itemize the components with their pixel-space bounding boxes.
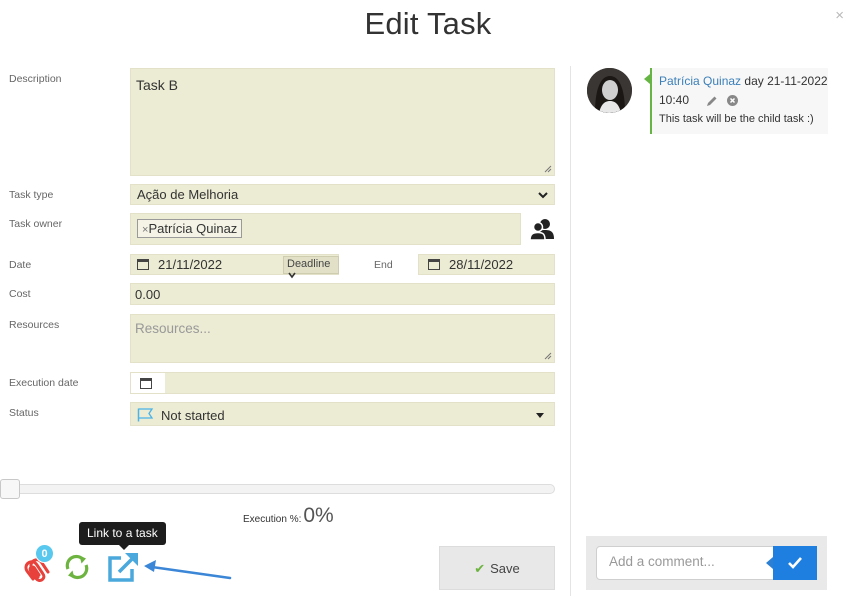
resources-placeholder: Resources...: [135, 321, 211, 336]
comment-input-placeholder: Add a comment...: [609, 554, 715, 569]
execution-date-label: Execution date: [9, 377, 79, 389]
status-value: Not started: [161, 408, 225, 423]
task-owner-field[interactable]: ×Patrícia Quinaz: [130, 213, 521, 245]
resize-grip-icon[interactable]: [544, 352, 552, 360]
end-date-field[interactable]: 28/11/2022: [418, 254, 555, 275]
description-textarea[interactable]: Task B: [130, 68, 555, 176]
task-type-select[interactable]: Ação de Melhoria: [130, 184, 555, 205]
status-label: Status: [9, 407, 39, 419]
save-button-label: Save: [490, 561, 520, 576]
execution-percent: Execution %:0%: [243, 504, 334, 528]
pointer-arrow-icon: [144, 560, 232, 580]
cost-input[interactable]: 0.00: [130, 283, 555, 305]
send-comment-button[interactable]: [773, 546, 817, 580]
chevron-down-icon: [538, 192, 548, 199]
close-icon[interactable]: ×: [835, 8, 844, 23]
caret-down-icon: [536, 413, 544, 418]
comment-time: 10:40: [659, 93, 690, 107]
date-mode-value: Deadline: [287, 258, 331, 270]
user-photo-icon: [587, 68, 632, 113]
execution-percent-value: 0%: [303, 504, 334, 527]
execution-date-calendar-button[interactable]: [131, 373, 165, 393]
calendar-icon[interactable]: [140, 378, 152, 389]
execution-date-field[interactable]: [130, 372, 555, 394]
status-select[interactable]: Not started: [130, 402, 555, 426]
end-date-value: 28/11/2022: [449, 257, 514, 272]
delete-circle-icon[interactable]: [726, 95, 738, 107]
avatar: [587, 68, 632, 113]
link-task-tooltip: Link to a task: [79, 522, 166, 550]
external-link-icon[interactable]: [106, 551, 140, 583]
resources-textarea[interactable]: Resources...: [130, 314, 555, 363]
checkmark-icon: ✔: [474, 561, 486, 576]
panel-divider: [570, 66, 571, 596]
users-icon[interactable]: [529, 217, 555, 241]
comment-date: day 21-11-2022: [744, 74, 828, 88]
description-value: Task B: [136, 77, 179, 93]
task-owner-label: Task owner: [9, 218, 63, 230]
description-label: Description: [9, 73, 62, 85]
checkmark-icon: [788, 557, 802, 569]
pencil-icon[interactable]: [706, 95, 718, 107]
comment-input[interactable]: Add a comment...: [596, 546, 774, 580]
calendar-icon[interactable]: [428, 259, 440, 270]
task-type-label: Task type: [9, 189, 54, 201]
flag-icon: [137, 408, 154, 422]
attachments-count-badge: 0: [35, 544, 54, 563]
resources-label: Resources: [9, 319, 60, 331]
resize-grip-icon[interactable]: [544, 165, 552, 173]
start-date-value: 21/11/2022: [158, 257, 223, 272]
cost-label: Cost: [9, 288, 31, 300]
calendar-icon[interactable]: [137, 259, 149, 270]
comment-author-link[interactable]: Patrícia Quinaz: [659, 74, 741, 88]
start-date-field[interactable]: 21/11/2022 Deadline: [130, 254, 339, 279]
execution-percent-label: Execution %:: [243, 514, 302, 525]
owner-chip[interactable]: ×Patrícia Quinaz: [137, 219, 243, 238]
date-label: Date: [9, 259, 32, 271]
date-mode-select[interactable]: Deadline: [283, 256, 339, 279]
dialog-title: Edit Task: [364, 6, 492, 41]
save-button[interactable]: ✔ Save: [439, 546, 555, 590]
owner-chip-name: Patrícia Quinaz: [148, 221, 238, 236]
refresh-icon[interactable]: [63, 553, 91, 581]
execution-slider-track[interactable]: [10, 484, 555, 494]
end-label: End: [374, 259, 393, 271]
execution-slider-handle[interactable]: [0, 479, 20, 499]
comment-text: This task will be the child task :): [659, 113, 814, 125]
task-type-value: Ação de Melhoria: [137, 187, 239, 202]
chevron-down-icon: [288, 272, 296, 279]
cost-value: 0.00: [135, 287, 161, 302]
comment-item: Patrícia Quinaz day 21-11-2022 10:40 Thi…: [644, 68, 828, 134]
